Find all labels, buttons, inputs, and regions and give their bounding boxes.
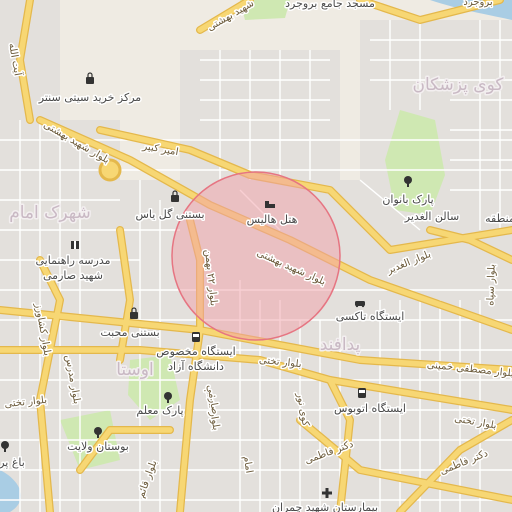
district-label: شهرک امام — [9, 203, 91, 223]
poi-label: بیمارستان شهید چمران — [272, 501, 378, 512]
road-label: بلوار سپاه — [485, 264, 497, 306]
bus-icon[interactable] — [192, 332, 200, 342]
map-view[interactable]: شهرک امام کوی پزشکان پدافند اوستا بلوار … — [0, 0, 512, 512]
poi-label: پارک معلم — [136, 404, 183, 417]
road-label: بروجرد — [463, 0, 492, 8]
poi-label: شهید صارمی — [43, 269, 103, 282]
poi-label: مرکز خرید سیتی سنتر — [38, 91, 142, 104]
poi-label: ایستگاه مخصوص — [156, 345, 235, 358]
school-icon[interactable] — [71, 241, 79, 249]
poi-label: ایستگاه تاکسی — [336, 310, 405, 323]
poi-label: مسجد جامع بروجرد — [285, 0, 375, 10]
poi-label: دانشگاه آزاد — [168, 359, 224, 373]
district-label: پدافند — [320, 335, 361, 355]
poi-label: بستنی محبت — [100, 326, 159, 339]
district-label: کوی پزشکان — [413, 75, 505, 95]
poi-label: باغ پر — [0, 456, 25, 469]
poi-label: سالن الغدیر — [404, 210, 459, 223]
poi-label: ایستگاه اتوبوس — [334, 402, 406, 415]
bus-icon[interactable] — [358, 388, 366, 398]
poi-label: هتل هالیس — [247, 213, 298, 226]
poi-label: بوستان ولایت — [67, 440, 129, 453]
map-canvas[interactable]: شهرک امام کوی پزشکان پدافند اوستا بلوار … — [0, 0, 512, 512]
poi-label: پارک بانوان — [382, 193, 433, 206]
district-label: اوستا — [116, 360, 154, 380]
poi-label: مدرسه راهنمایی — [35, 254, 110, 267]
poi-label: بستنی گل یاس — [135, 208, 204, 221]
poi-label: منطقه — [485, 212, 512, 225]
